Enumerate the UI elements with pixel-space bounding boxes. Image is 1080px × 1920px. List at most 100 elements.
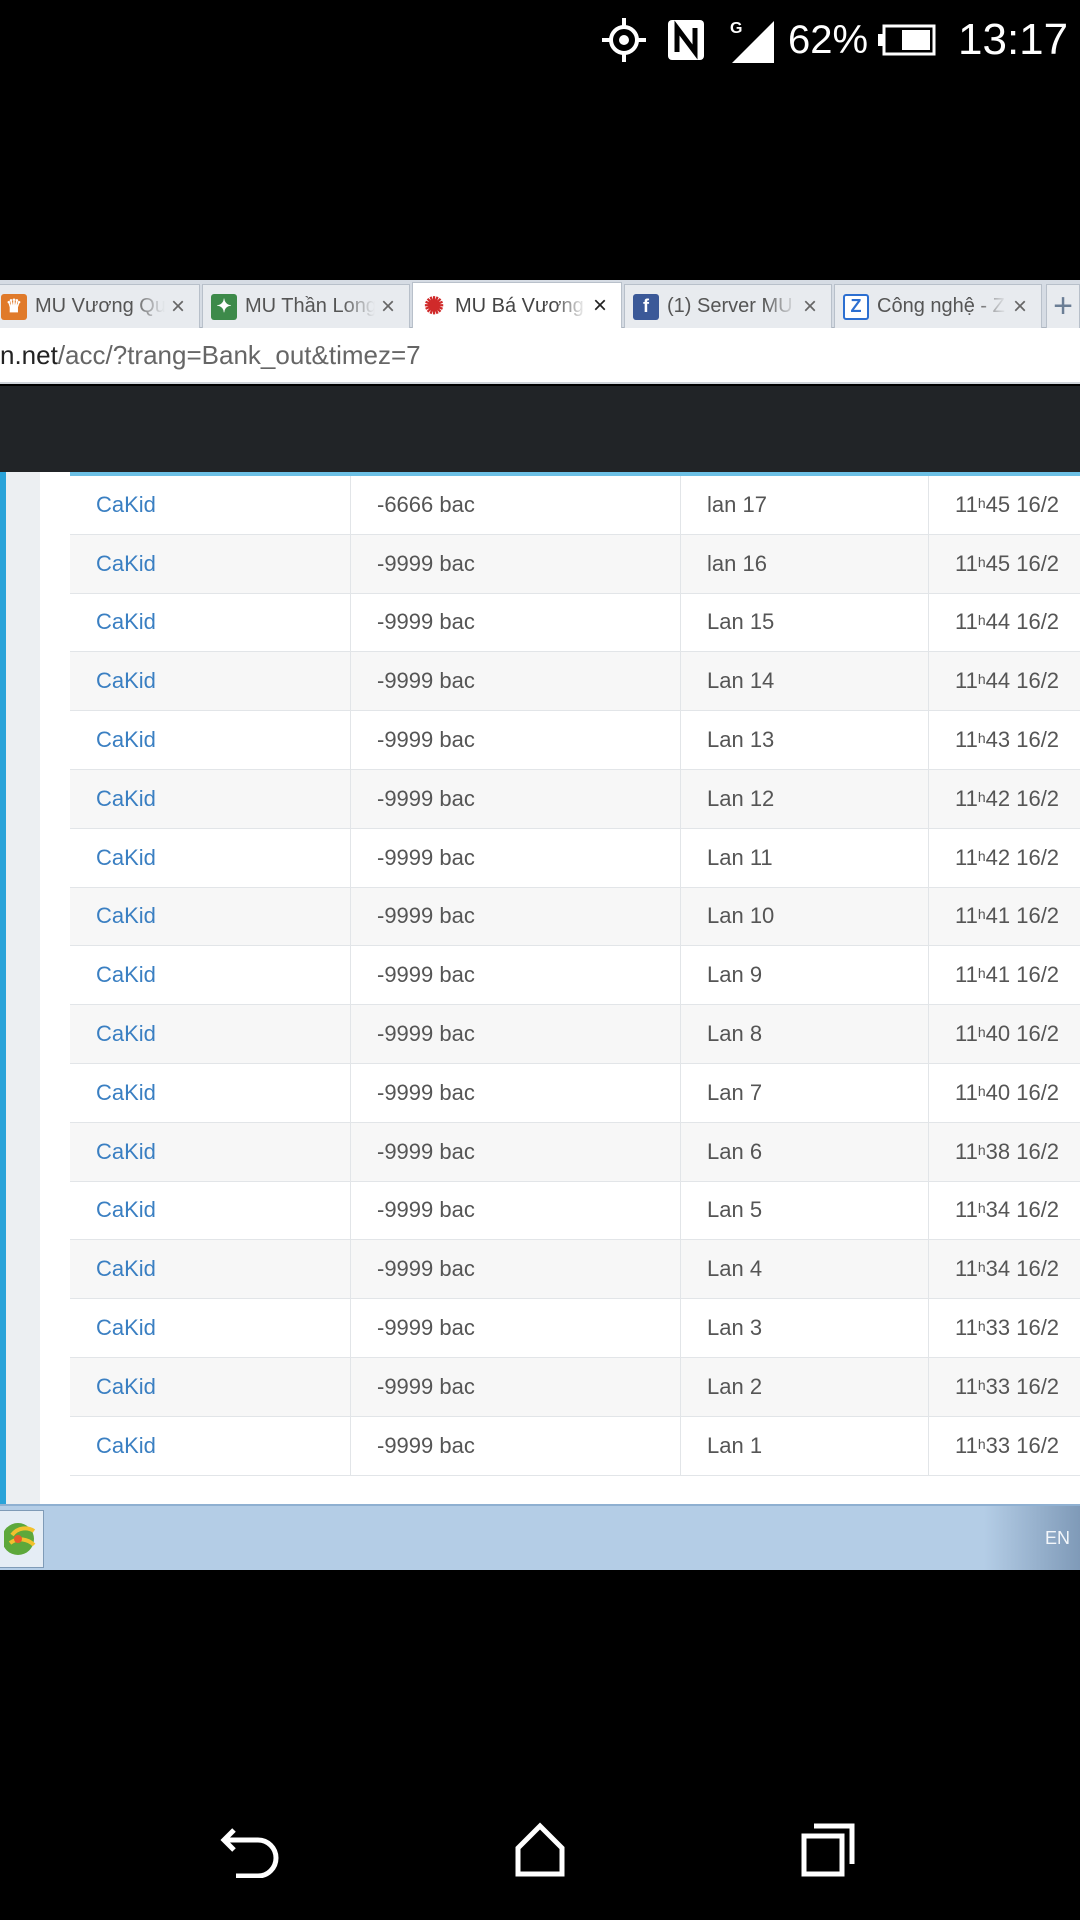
- content-area: CaKid -6666 bac lan 17 11 h 45 16/2 CaKid -9999…: [40, 472, 1080, 1504]
- time-cell: 11 h 44 16/2: [928, 593, 1080, 652]
- close-icon[interactable]: ×: [593, 294, 613, 318]
- username-link[interactable]: CaKid: [70, 829, 350, 887]
- new-tab-button[interactable]: +: [1046, 284, 1080, 328]
- table-row: CaKid -9999 bac Lan 6 11 h 38 16/2: [70, 1122, 1080, 1182]
- start-logo-icon: [3, 1523, 35, 1555]
- time-rest: 44 16/2: [985, 609, 1060, 635]
- table-row: CaKid -9999 bac Lan 2 11 h 33 16/2: [70, 1357, 1080, 1417]
- battery-icon: [878, 14, 938, 66]
- time-cell: 11 h 42 16/2: [928, 769, 1080, 828]
- gps-icon: [600, 14, 652, 66]
- table-row: CaKid -9999 bac Lan 13 11 h 43 16/2: [70, 711, 1080, 770]
- amount-cell: -9999 bac: [350, 1416, 680, 1475]
- start-button[interactable]: [0, 1510, 44, 1568]
- table-row: CaKid -9999 bac Lan 11 11 h 42 16/2: [70, 828, 1080, 888]
- time-h-mark: h: [977, 788, 986, 805]
- time-hour: 11: [955, 1021, 978, 1047]
- time-hour: 11: [955, 844, 978, 870]
- tab-title: MU Thần Long: [245, 295, 375, 317]
- username-link[interactable]: CaKid: [70, 652, 350, 710]
- tab-mu-than-long[interactable]: ✦ MU Thần Long ×: [202, 284, 410, 328]
- mu-crown-icon: ♛: [1, 293, 27, 320]
- time-h-mark: h: [977, 730, 986, 747]
- attempt-cell: lan 17: [680, 476, 928, 534]
- tab-title: (1) Server MU: [667, 295, 793, 317]
- username-link[interactable]: CaKid: [70, 1358, 350, 1416]
- time-cell: 11 h 33 16/2: [928, 1416, 1080, 1475]
- time-rest: 41 16/2: [985, 903, 1060, 929]
- attempt-cell: Lan 12: [680, 769, 928, 828]
- clock: 13:17: [958, 15, 1069, 64]
- time-cell: 11 h 41 16/2: [928, 946, 1080, 1005]
- username-link[interactable]: CaKid: [70, 770, 350, 828]
- close-icon[interactable]: ×: [381, 294, 401, 319]
- attempt-cell: Lan 8: [680, 1005, 928, 1063]
- tab-mu-vuong-quoc[interactable]: ♛ MU Vương Quốc ×: [0, 284, 200, 328]
- username-link[interactable]: CaKid: [70, 594, 350, 652]
- back-button[interactable]: [212, 1810, 292, 1890]
- time-hour: 11: [955, 1432, 978, 1458]
- time-cell: 11 h 41 16/2: [928, 887, 1080, 946]
- username-link[interactable]: CaKid: [70, 946, 350, 1004]
- time-rest: 33 16/2: [985, 1315, 1060, 1341]
- time-h-mark: h: [977, 1318, 986, 1335]
- time-cell: 11 h 45 16/2: [928, 534, 1080, 593]
- url-field[interactable]: n.net/acc/?trang=Bank_out&timez=7: [0, 340, 421, 371]
- table-row: CaKid -9999 bac lan 16 11 h 45 16/2: [70, 534, 1080, 594]
- username-link[interactable]: CaKid: [70, 1182, 350, 1240]
- table-row: CaKid -6666 bac lan 17 11 h 45 16/2: [70, 476, 1080, 535]
- time-cell: 11 h 44 16/2: [928, 652, 1080, 711]
- mu-dragon-icon: ✦: [211, 293, 237, 320]
- site-header: [0, 386, 1080, 472]
- recent-apps-button[interactable]: [788, 1810, 868, 1890]
- close-icon[interactable]: ×: [171, 294, 191, 319]
- username-link[interactable]: CaKid: [70, 711, 350, 769]
- time-hour: 11: [955, 491, 978, 517]
- time-cell: 11 h 33 16/2: [928, 1357, 1080, 1416]
- time-hour: 11: [955, 727, 978, 753]
- android-nav-bar: [0, 1780, 1080, 1920]
- time-rest: 45 16/2: [985, 550, 1060, 576]
- amount-cell: -9999 bac: [350, 1181, 680, 1240]
- close-icon[interactable]: ×: [1013, 294, 1033, 319]
- username-link[interactable]: CaKid: [70, 1240, 350, 1298]
- time-hour: 11: [955, 785, 978, 811]
- address-bar[interactable]: n.net/acc/?trang=Bank_out&timez=7: [0, 328, 1080, 384]
- username-link[interactable]: CaKid: [70, 1417, 350, 1475]
- username-link[interactable]: CaKid: [70, 1123, 350, 1181]
- home-button[interactable]: [500, 1810, 580, 1890]
- username-link[interactable]: CaKid: [70, 476, 350, 534]
- username-link[interactable]: CaKid: [70, 1064, 350, 1122]
- close-icon[interactable]: ×: [803, 294, 823, 319]
- windows-taskbar: EN: [0, 1504, 1080, 1570]
- time-cell: 11 h 42 16/2: [928, 828, 1080, 887]
- time-hour: 11: [955, 962, 978, 988]
- amount-cell: -9999 bac: [350, 1063, 680, 1122]
- tab-facebook-server-mu[interactable]: f (1) Server MU ×: [624, 284, 832, 328]
- time-rest: 34 16/2: [985, 1197, 1060, 1223]
- time-rest: 33 16/2: [985, 1373, 1060, 1399]
- username-link[interactable]: CaKid: [70, 1005, 350, 1063]
- tab-cong-nghe[interactable]: Z Công nghệ - Z ×: [834, 284, 1042, 328]
- amount-cell: -9999 bac: [350, 887, 680, 946]
- username-link[interactable]: CaKid: [70, 888, 350, 946]
- battery-percent: 62%: [788, 17, 869, 62]
- url-path: /acc/?trang=Bank_out&timez=7: [57, 339, 421, 370]
- time-hour: 11: [955, 1373, 978, 1399]
- time-rest: 43 16/2: [985, 727, 1060, 753]
- status-bar: G 62% 13:17: [0, 0, 1080, 80]
- table-row: CaKid -9999 bac Lan 14 11 h 44 16/2: [70, 652, 1080, 712]
- attempt-cell: Lan 13: [680, 711, 928, 769]
- attempt-cell: Lan 6: [680, 1122, 928, 1181]
- amount-cell: -9999 bac: [350, 1122, 680, 1181]
- tab-mu-ba-vuong[interactable]: ✺ MU Bá Vương ×: [412, 282, 622, 329]
- time-hour: 11: [955, 609, 978, 635]
- username-link[interactable]: CaKid: [70, 1299, 350, 1357]
- attempt-cell: Lan 5: [680, 1181, 928, 1240]
- mu-swirl-icon: ✺: [421, 293, 447, 320]
- time-cell: 11 h 43 16/2: [928, 711, 1080, 769]
- username-link[interactable]: CaKid: [70, 535, 350, 593]
- language-indicator[interactable]: EN: [984, 1506, 1080, 1570]
- table-row: CaKid -9999 bac Lan 1 11 h 33 16/2: [70, 1416, 1080, 1476]
- table-row: CaKid -9999 bac Lan 9 11 h 41 16/2: [70, 946, 1080, 1006]
